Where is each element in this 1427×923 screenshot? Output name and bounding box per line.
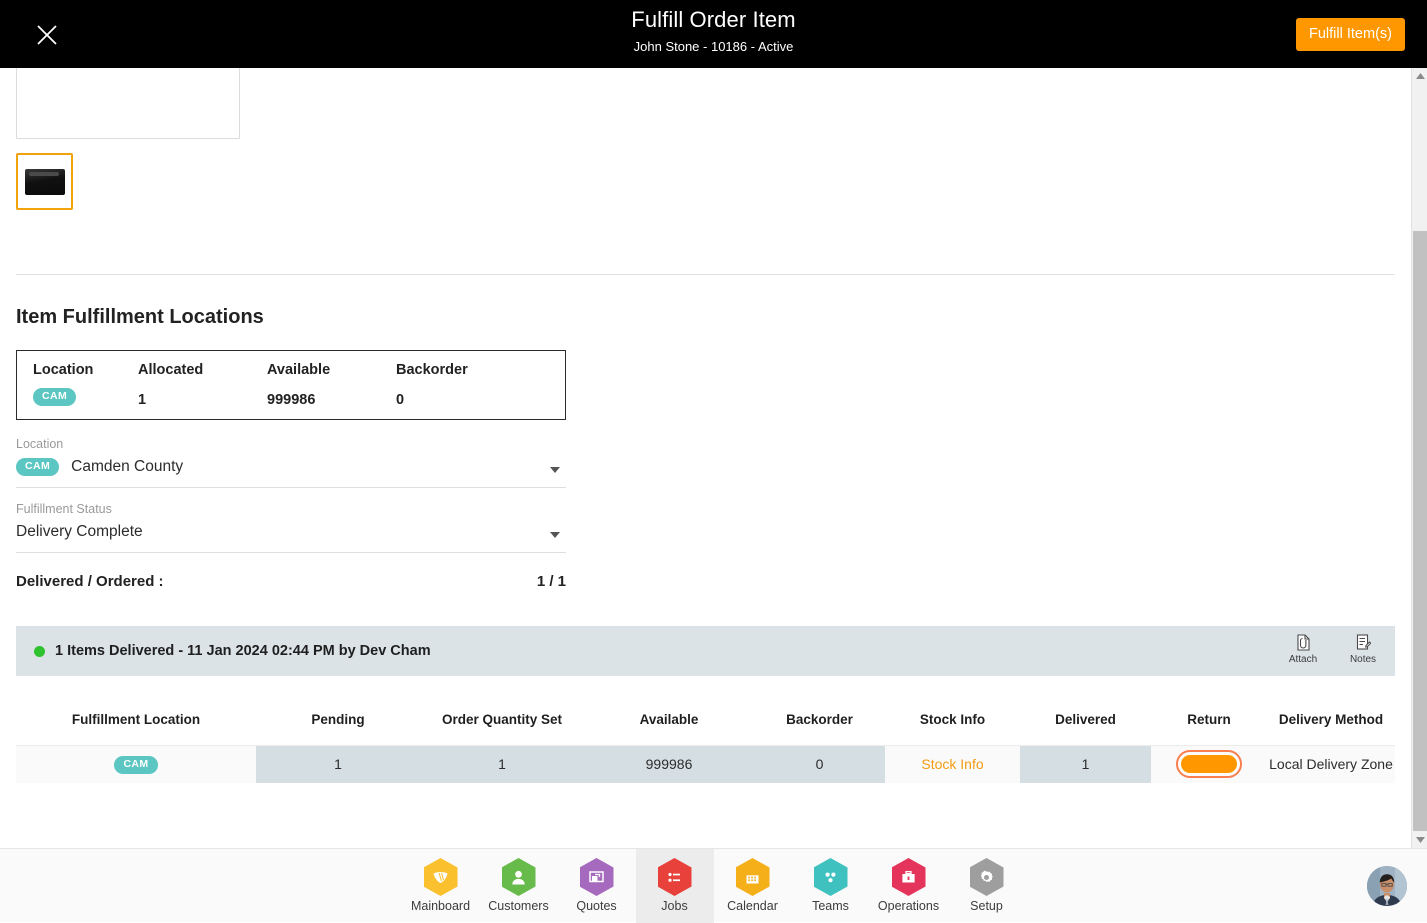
stock-info-link[interactable]: Stock Info xyxy=(921,756,983,772)
fulfill-items-button[interactable]: Fulfill Item(s) xyxy=(1296,18,1405,51)
cell-delivery-method: Local Delivery Zone xyxy=(1267,746,1395,783)
loc-value-available: 999986 xyxy=(267,391,396,409)
cell-order-quantity-set: 1 xyxy=(420,746,584,783)
item-image-preview xyxy=(16,68,240,139)
teams-icon xyxy=(814,858,848,896)
mainboard-icon xyxy=(424,858,458,896)
scrollbar-thumb[interactable] xyxy=(1413,231,1427,831)
operations-icon xyxy=(892,858,926,896)
col-fulfillment-location: Fulfillment Location xyxy=(16,700,256,746)
table-header-row: Fulfillment Location Pending Order Quant… xyxy=(16,700,1395,746)
app-header: Fulfill Order Item John Stone - 10186 - … xyxy=(0,0,1427,68)
status-dot-icon xyxy=(34,646,45,657)
return-button[interactable] xyxy=(1178,752,1240,776)
attach-label: Attach xyxy=(1283,654,1323,665)
col-available: Available xyxy=(584,700,754,746)
location-select-value-row: CAM Camden County xyxy=(16,452,566,487)
setup-icon xyxy=(970,858,1004,896)
nav-label-customers: Customers xyxy=(488,899,548,914)
col-delivered: Delivered xyxy=(1020,700,1151,746)
delivery-status-bar: 1 Items Delivered - 11 Jan 2024 02:44 PM… xyxy=(16,626,1395,676)
nav-item-mainboard[interactable]: Mainboard xyxy=(402,849,480,923)
location-select-badge: CAM xyxy=(16,458,59,476)
caret-up-icon[interactable] xyxy=(1412,68,1427,84)
nav-item-jobs[interactable]: Jobs xyxy=(636,849,714,923)
thumbnail-strip xyxy=(16,153,73,210)
col-stock-info: Stock Info xyxy=(885,700,1020,746)
section-divider xyxy=(16,274,1395,275)
status-bar-actions: Attach Notes xyxy=(1283,634,1383,665)
delivered-ordered-label: Delivered / Ordered : xyxy=(16,573,164,590)
header-titles: Fulfill Order Item John Stone - 10186 - … xyxy=(0,6,1427,55)
loc-header-available: Available xyxy=(267,361,396,379)
page-subtitle: John Stone - 10186 - Active xyxy=(0,39,1427,55)
attach-icon xyxy=(1283,634,1323,652)
item-thumbnail[interactable] xyxy=(16,153,73,210)
nav-item-calendar[interactable]: Calendar xyxy=(714,849,792,923)
location-summary-card: Location CAM Allocated 1 Available 99998… xyxy=(16,350,566,420)
loc-header-allocated: Allocated xyxy=(138,361,267,379)
vertical-scrollbar[interactable] xyxy=(1411,68,1427,848)
col-pending: Pending xyxy=(256,700,420,746)
loc-value-allocated: 1 xyxy=(138,391,267,409)
bottom-navigation: Mainboard Customers Quotes xyxy=(0,848,1427,922)
thumbnail-image xyxy=(25,169,65,195)
table-row: CAM 1 1 999986 0 Stock Info 1 Local Deli… xyxy=(16,746,1395,783)
delivered-ordered-value: 1 / 1 xyxy=(537,573,566,590)
page-title: Fulfill Order Item xyxy=(0,6,1427,34)
col-order-quantity-set: Order Quantity Set xyxy=(420,700,584,746)
cell-return xyxy=(1151,746,1267,783)
fulfillment-status-label: Fulfillment Status xyxy=(16,501,566,517)
nav-label-teams: Teams xyxy=(812,899,849,914)
nav-label-operations: Operations xyxy=(878,899,939,914)
cell-stock-info: Stock Info xyxy=(885,746,1020,783)
nav-label-setup: Setup xyxy=(970,899,1003,914)
user-avatar[interactable] xyxy=(1367,866,1407,906)
caret-down-icon[interactable] xyxy=(1412,832,1427,848)
scroll-content: Item Fulfillment Locations Location CAM … xyxy=(0,68,1411,848)
chevron-down-icon[interactable] xyxy=(550,532,560,538)
nav-item-quotes[interactable]: Quotes xyxy=(558,849,636,923)
nav-item-operations[interactable]: Operations xyxy=(870,849,948,923)
col-delivery-method: Delivery Method xyxy=(1267,700,1395,746)
cell-delivered: 1 xyxy=(1020,746,1151,783)
calendar-icon xyxy=(736,858,770,896)
row-location-badge: CAM xyxy=(114,756,157,774)
nav-item-customers[interactable]: Customers xyxy=(480,849,558,923)
attach-button[interactable]: Attach xyxy=(1283,634,1323,665)
loc-header-backorder: Backorder xyxy=(396,361,516,379)
jobs-icon xyxy=(658,858,692,896)
location-badge: CAM xyxy=(33,388,76,406)
col-return: Return xyxy=(1151,700,1267,746)
location-select-value: Camden County xyxy=(71,456,183,478)
cell-backorder: 0 xyxy=(754,746,885,783)
notes-button[interactable]: Notes xyxy=(1343,634,1383,665)
fulfillment-status-select[interactable]: Fulfillment Status Delivery Complete xyxy=(16,501,566,553)
notes-label: Notes xyxy=(1343,654,1383,665)
location-select[interactable]: Location CAM Camden County xyxy=(16,436,566,488)
nav-label-mainboard: Mainboard xyxy=(411,899,470,914)
nav-label-jobs: Jobs xyxy=(661,899,687,914)
fulfillment-table: Fulfillment Location Pending Order Quant… xyxy=(16,700,1395,783)
col-backorder: Backorder xyxy=(754,700,885,746)
fulfillment-status-value: Delivery Complete xyxy=(16,517,566,552)
cell-available: 999986 xyxy=(584,746,754,783)
nav-item-teams[interactable]: Teams xyxy=(792,849,870,923)
delivery-status-text: 1 Items Delivered - 11 Jan 2024 02:44 PM… xyxy=(55,643,431,659)
nav-label-quotes: Quotes xyxy=(576,899,616,914)
loc-header-location: Location xyxy=(33,361,138,379)
cell-fulfillment-location: CAM xyxy=(16,746,256,783)
delivered-ordered-row: Delivered / Ordered : 1 / 1 xyxy=(16,573,566,590)
nav-item-setup[interactable]: Setup xyxy=(948,849,1026,923)
quotes-icon xyxy=(580,858,614,896)
notes-icon xyxy=(1343,634,1383,652)
location-select-label: Location xyxy=(16,436,566,452)
nav-label-calendar: Calendar xyxy=(727,899,778,914)
cell-pending: 1 xyxy=(256,746,420,783)
loc-value-backorder: 0 xyxy=(396,391,516,409)
customers-icon xyxy=(502,858,536,896)
page-section-title: Item Fulfillment Locations xyxy=(16,306,264,329)
chevron-down-icon[interactable] xyxy=(550,467,560,473)
